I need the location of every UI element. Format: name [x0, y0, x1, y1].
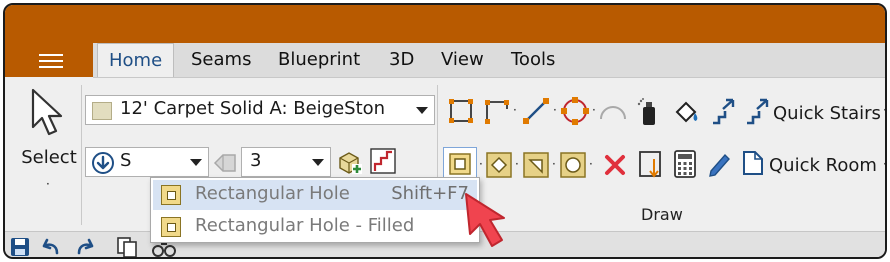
calculator-icon[interactable]: [673, 149, 697, 179]
stairs-icon[interactable]: [711, 97, 737, 127]
rectangular-hole-icon: [449, 153, 471, 175]
add-fixture-icon[interactable]: [337, 149, 363, 175]
material-combo-value: 12' Carpet Solid A: BeigeSton: [120, 98, 386, 119]
dropdown-dot[interactable]: ·: [883, 103, 885, 117]
menu-item-label: Rectangular Hole - Filled: [195, 215, 415, 236]
polyline-icon[interactable]: [483, 97, 511, 125]
quick-stairs-button[interactable]: Quick Stairs: [773, 103, 881, 124]
chevron-down-icon: [190, 159, 202, 166]
dropdown-dot[interactable]: ·: [553, 103, 557, 117]
chevron-down-icon: [312, 159, 324, 166]
redo-icon[interactable]: [75, 236, 97, 258]
tab-3d[interactable]: 3D: [378, 43, 425, 77]
undo-icon[interactable]: [39, 236, 61, 258]
down-arrow-circle-icon: [92, 152, 114, 174]
circle-icon[interactable]: [559, 95, 591, 127]
tab-tools[interactable]: Tools: [500, 43, 566, 77]
tab-blueprint[interactable]: Blueprint: [267, 43, 371, 77]
dropdown-dot[interactable]: ·: [513, 103, 517, 117]
delete-icon[interactable]: [601, 151, 629, 179]
triangle-hole-icon[interactable]: [522, 151, 550, 179]
quick-room-button[interactable]: Quick Room: [769, 155, 877, 176]
paint-bucket-icon[interactable]: [673, 99, 701, 127]
count-combo-value: 3: [250, 150, 262, 171]
material-combo[interactable]: 12' Carpet Solid A: BeigeSton: [85, 95, 435, 125]
rectangular-hole-filled-icon: [161, 217, 181, 237]
tab-home[interactable]: Home: [97, 43, 175, 78]
dropdown-dot[interactable]: ·: [589, 157, 593, 171]
count-combo[interactable]: 3: [241, 147, 331, 177]
rectangular-hole-icon: [161, 185, 181, 205]
disabled-shape-icon: [213, 154, 236, 172]
dropdown-dot[interactable]: ·: [552, 157, 556, 171]
line-icon[interactable]: [521, 97, 551, 125]
pointer-arrow-icon: [465, 193, 505, 247]
title-bar: [5, 5, 885, 43]
draw-group-label: Draw: [641, 205, 683, 224]
hamburger-icon: [39, 54, 63, 68]
rectangle-room-icon[interactable]: [447, 97, 475, 125]
dropdown-dot[interactable]: ·: [883, 157, 885, 171]
extend-line-icon[interactable]: [637, 149, 665, 181]
circle-hole-icon[interactable]: [559, 151, 587, 179]
save-icon[interactable]: [9, 236, 31, 258]
material-swatch: [92, 102, 112, 120]
diamond-hole-icon[interactable]: [485, 151, 513, 179]
menu-item-label: Rectangular Hole: [195, 183, 350, 204]
tab-view[interactable]: View: [430, 43, 495, 77]
select-label: Select: [21, 147, 77, 168]
dropdown-dot[interactable]: ·: [592, 103, 596, 117]
select-button[interactable]: Select ·: [13, 85, 85, 195]
arrow-cursor-icon: [31, 88, 63, 136]
direction-combo[interactable]: S: [85, 147, 209, 177]
ribbon-tab-strip: Home Seams Blueprint 3D View Tools: [5, 43, 885, 78]
hole-type-dropdown: Rectangular Hole Shift+F7 Rectangular Ho…: [150, 177, 480, 243]
stairs-step-icon[interactable]: [369, 147, 397, 175]
menu-item-rectangular-hole[interactable]: Rectangular Hole Shift+F7: [153, 180, 477, 210]
direction-combo-value: S: [120, 150, 132, 171]
rectangular-hole-button[interactable]: [443, 147, 477, 181]
tab-seams[interactable]: Seams: [180, 43, 262, 77]
quick-room-icon[interactable]: [741, 149, 765, 177]
dropdown-dot[interactable]: ·: [515, 157, 519, 171]
pencil-icon[interactable]: [707, 149, 733, 177]
menu-item-rectangular-hole-filled[interactable]: Rectangular Hole - Filled: [153, 212, 477, 242]
arc-icon: [600, 106, 626, 120]
copy-icon[interactable]: [115, 235, 139, 259]
dropdown-dot[interactable]: ·: [479, 157, 483, 171]
app-menu-button[interactable]: [5, 43, 93, 77]
quick-stairs-icon[interactable]: [745, 97, 771, 127]
select-dropdown-dot: ·: [46, 177, 50, 191]
spray-icon[interactable]: [637, 97, 661, 127]
chevron-down-icon: [416, 107, 428, 114]
